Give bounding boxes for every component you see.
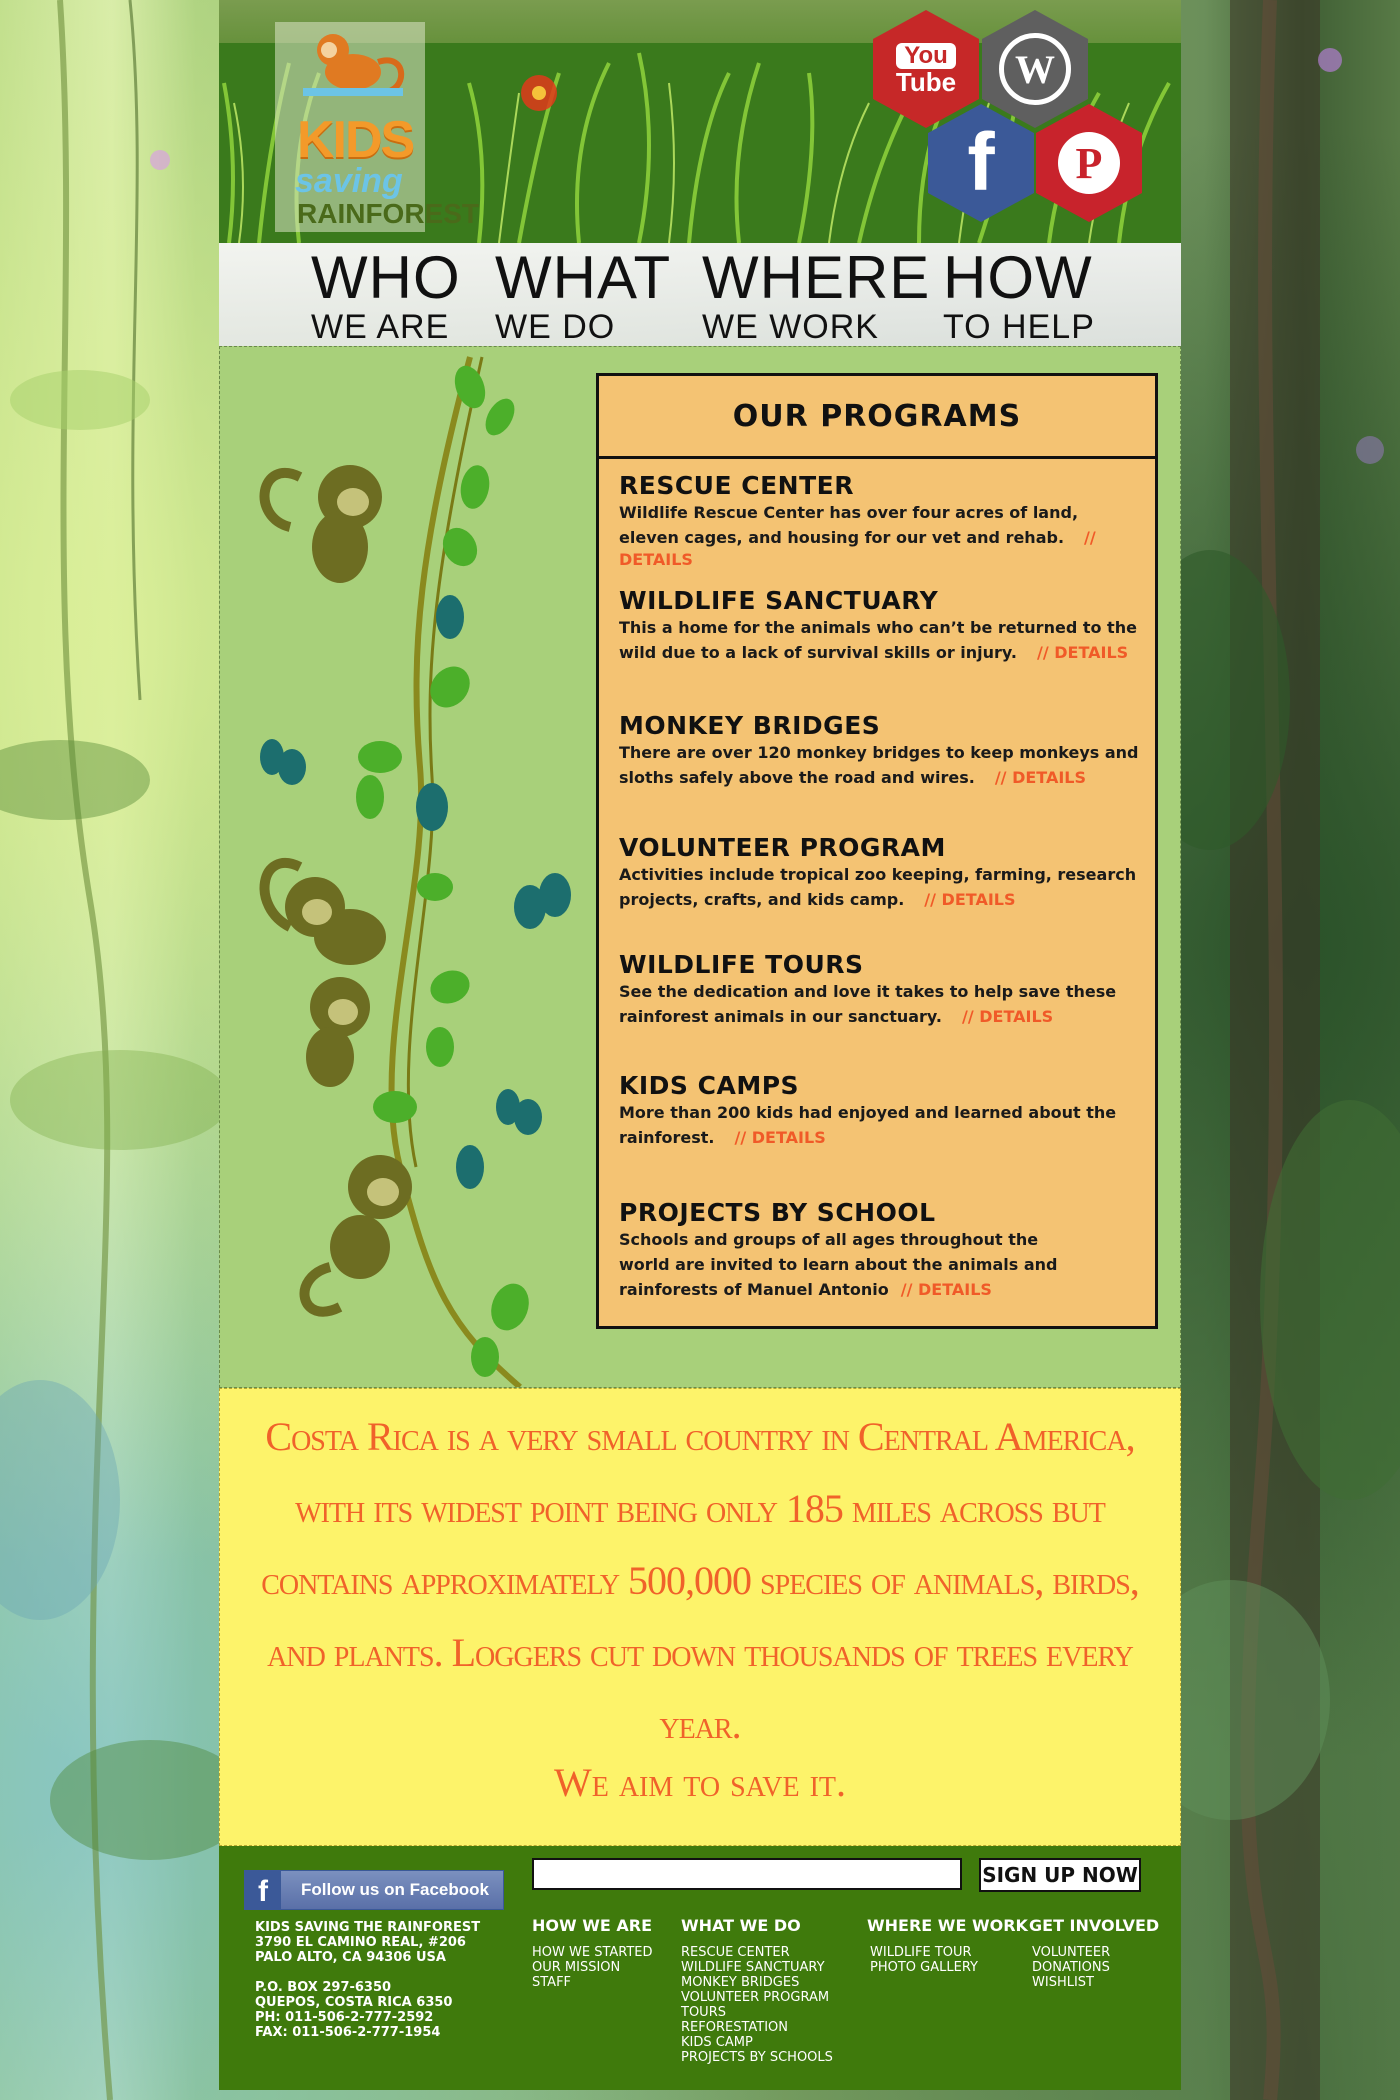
address-line: PH: 011-506-2-777-2592 [255,2010,434,2025]
nav-sublabel: WE DO [495,308,616,346]
program-rescue-center: RESCUE CENTER Wildlife Rescue Center has… [619,471,1139,569]
details-link[interactable]: // DETAILS [901,1280,992,1299]
details-link[interactable]: // DETAILS [995,768,1086,787]
address-line: FAX: 011-506-2-777-1954 [255,2025,441,2040]
details-link[interactable]: // DETAILS [1037,643,1128,662]
monkey-vine-illustration [259,356,571,1387]
program-projects-by-school: PROJECTS BY SCHOOL Schools and groups of… [619,1198,1059,1302]
program-title: RESCUE CENTER [619,471,854,500]
footer-column-heading[interactable]: WHAT WE DO [681,1916,833,1935]
footer-column-get-involved: GET INVOLVED VOLUNTEER DONATIONS WISHLIS… [1029,1916,1159,1990]
contact-address: KIDS SAVING THE RAINFOREST 3790 EL CAMIN… [255,1920,480,2040]
programs-title: OUR PROGRAMS [732,398,1022,434]
program-volunteer: VOLUNTEER PROGRAM Activities include tro… [619,833,1139,912]
footer-link[interactable]: WILDLIFE TOUR [870,1945,1028,1960]
nav-label: WHAT [495,244,672,311]
footer-link[interactable]: MONKEY BRIDGES [681,1975,833,1990]
address-line: KIDS SAVING THE RAINFOREST [255,1920,481,1935]
address-line: PALO ALTO, CA 94306 USA [255,1950,446,1965]
programs-section: OUR PROGRAMS RESCUE CENTER Wildlife Resc… [219,346,1181,1388]
program-title: PROJECTS BY SCHOOL [619,1198,936,1227]
address-line: 3790 EL CAMINO REAL, #206 [255,1935,466,1950]
footer-column-heading[interactable]: HOW WE ARE [532,1916,653,1935]
follow-facebook-label: Follow us on Facebook [301,1880,489,1899]
nav-sublabel: WE ARE [311,308,450,346]
footer-link[interactable]: KIDS CAMP [681,2035,833,2050]
program-description: Wildlife Rescue Center has over four acr… [619,503,1079,547]
details-link[interactable]: // DETAILS [924,890,1015,909]
program-title: MONKEY BRIDGES [619,711,881,740]
wordpress-icon: W [999,33,1071,105]
programs-header: OUR PROGRAMS [599,376,1155,459]
details-link[interactable]: // DETAILS [735,1128,826,1147]
nav-sublabel: TO HELP [943,308,1095,346]
fact-section: Costa Rica is a very small country in Ce… [219,1388,1181,1846]
footer-link[interactable]: VOLUNTEER PROGRAM [681,1990,833,2005]
address-line [255,1965,480,1980]
newsletter-email-input[interactable] [532,1858,962,1890]
site-header: KIDS saving RAINFOREST You Tube W f P [219,0,1181,243]
footer-link[interactable]: OUR MISSION [532,1960,653,1975]
facebook-button[interactable]: f [928,104,1034,222]
footer-link[interactable]: PHOTO GALLERY [870,1960,1028,1975]
footer-link[interactable]: DONATIONS [1032,1960,1159,1975]
nav-how-to-help[interactable]: HOW TO HELP [943,244,1095,346]
main-navigation: WHO WE ARE WHAT WE DO WHERE WE WORK HOW … [219,243,1181,346]
details-link[interactable]: // DETAILS [962,1007,1053,1026]
nav-label: WHO [311,244,461,311]
facebook-icon: f [245,1871,281,1909]
footer-link[interactable]: HOW WE STARTED [532,1945,653,1960]
program-wildlife-tours: WILDLIFE TOURS See the dedication and lo… [619,950,1139,1029]
jungle-background-left [0,0,220,2100]
jungle-background-right [1170,0,1400,2100]
mission-statement: We aim to save it. [553,1760,847,1805]
page-container: KIDS saving RAINFOREST You Tube W f P WH… [219,0,1181,2090]
program-title: KIDS CAMPS [619,1071,800,1100]
nav-who-we-are[interactable]: WHO WE ARE [311,244,461,346]
footer-link[interactable]: PROJECTS BY SCHOOLS [681,2050,833,2065]
footer-link[interactable]: VOLUNTEER [1032,1945,1159,1960]
sign-up-button[interactable]: SIGN UP NOW [979,1858,1141,1892]
footer-link[interactable]: WILDLIFE SANCTUARY [681,1960,833,1975]
footer-column-how-we-are: HOW WE ARE HOW WE STARTED OUR MISSION ST… [532,1916,653,1990]
program-monkey-bridges: MONKEY BRIDGES There are over 120 monkey… [619,711,1139,790]
program-title: VOLUNTEER PROGRAM [619,833,946,862]
address-line: QUEPOS, COSTA RICA 6350 [255,1995,453,2010]
youtube-icon: You Tube [895,42,957,97]
follow-facebook-button[interactable]: f Follow us on Facebook [244,1870,504,1910]
logo-kids-text: KIDS [297,111,415,169]
site-footer: f Follow us on Facebook KIDS SAVING THE … [219,1846,1181,2090]
footer-column-where-we-work: WHERE WE WORK WILDLIFE TOUR PHOTO GALLER… [867,1916,1028,1975]
footer-column-what-we-do: WHAT WE DO RESCUE CENTER WILDLIFE SANCTU… [681,1916,833,2065]
program-description: More than 200 kids had enjoyed and learn… [619,1103,1117,1147]
program-title: WILDLIFE SANCTUARY [619,586,939,615]
logo-rainforest-text: RAINFOREST [297,198,479,229]
footer-link[interactable]: RESCUE CENTER [681,1945,833,1960]
footer-column-heading[interactable]: WHERE WE WORK [867,1916,1028,1935]
pinterest-button[interactable]: P [1036,104,1142,222]
program-description: Activities include tropical zoo keeping,… [619,865,1137,909]
costa-rica-fact: Costa Rica is a very small country in Ce… [261,1414,1140,1747]
nav-label: WHERE [702,244,931,311]
pinterest-icon: P [1058,132,1120,194]
nav-sublabel: WE WORK [702,308,879,346]
nav-label: HOW [943,244,1093,311]
logo-saving-text: saving [295,162,403,200]
monkey-logo-icon [303,34,405,96]
nav-where-we-work[interactable]: WHERE WE WORK [702,244,931,346]
facebook-icon: f [967,117,995,208]
footer-link[interactable]: STAFF [532,1975,653,1990]
footer-link[interactable]: WISHLIST [1032,1975,1159,1990]
program-title: WILDLIFE TOURS [619,950,864,979]
program-wildlife-sanctuary: WILDLIFE SANCTUARY This a home for the a… [619,586,1139,665]
our-programs-box: OUR PROGRAMS RESCUE CENTER Wildlife Resc… [596,373,1158,1329]
site-logo[interactable]: KIDS saving RAINFOREST [275,22,479,232]
program-kids-camps: KIDS CAMPS More than 200 kids had enjoye… [619,1071,1139,1150]
nav-what-we-do[interactable]: WHAT WE DO [495,244,672,346]
address-line: P.O. BOX 297-6350 [255,1980,392,1995]
footer-link[interactable]: REFORESTATION [681,2020,833,2035]
footer-link[interactable]: TOURS [681,2005,833,2020]
footer-column-heading[interactable]: GET INVOLVED [1029,1916,1159,1935]
